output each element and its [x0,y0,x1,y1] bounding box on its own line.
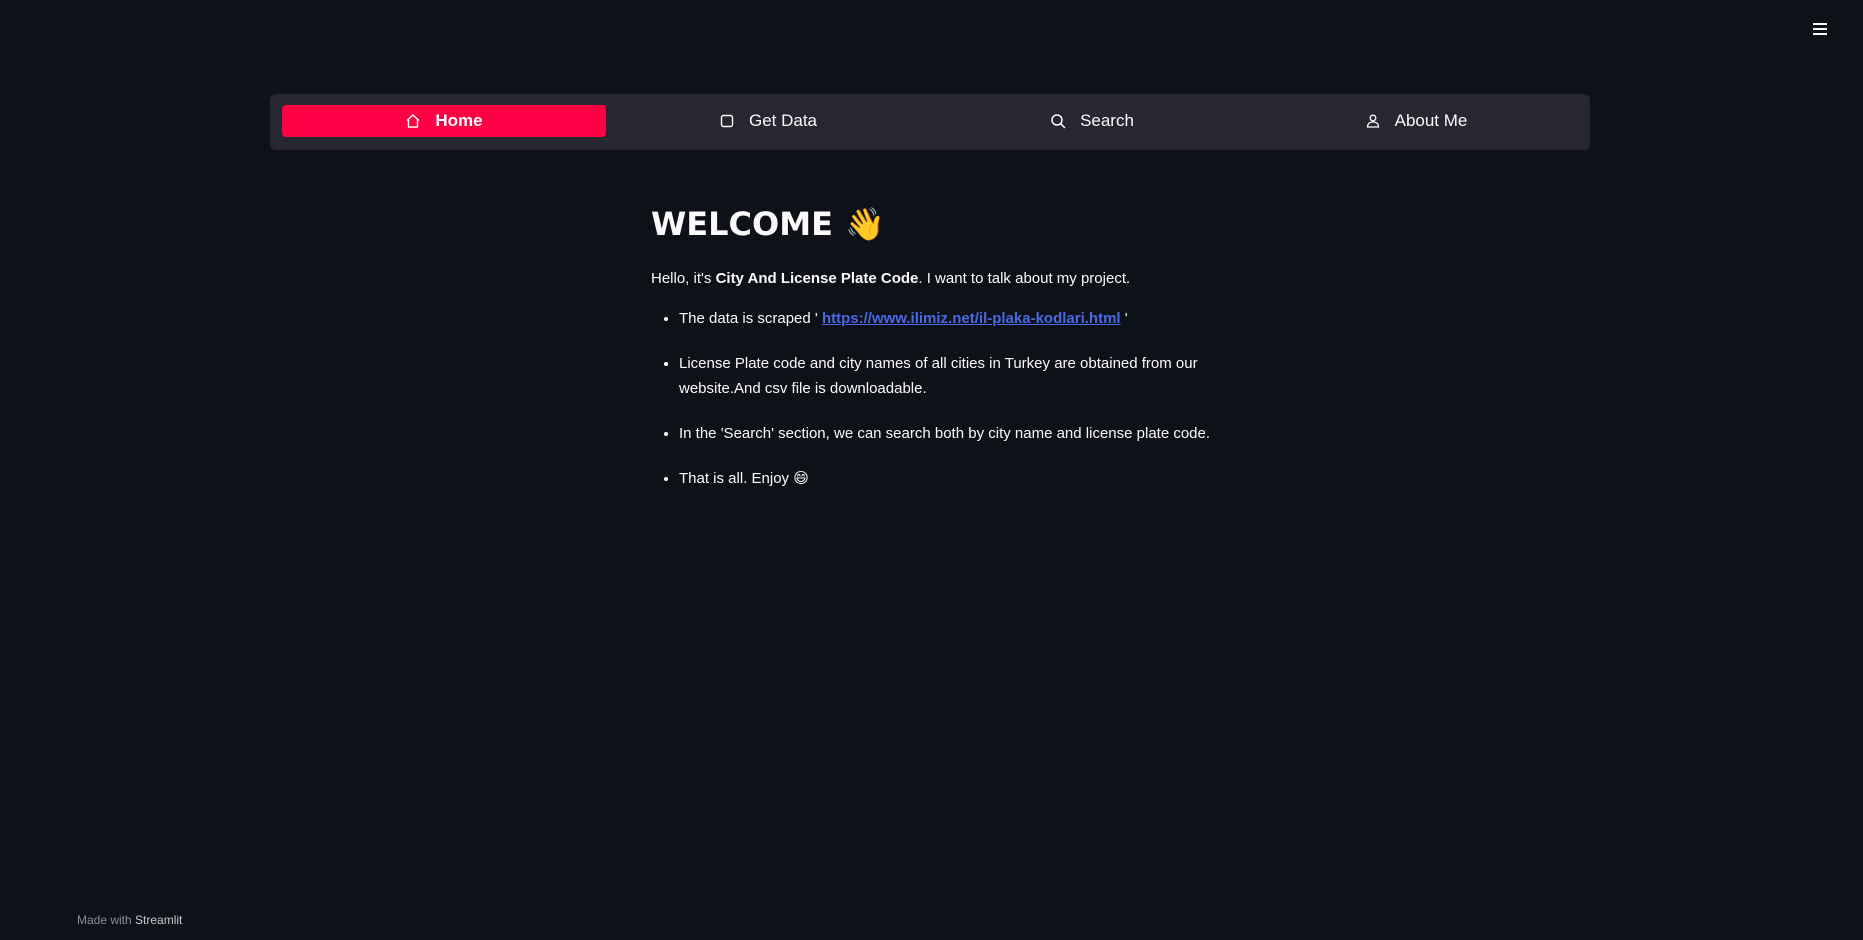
source-link[interactable]: https://www.ilimiz.net/il-plaka-kodlari.… [822,310,1121,327]
bullet-4-text: That is all. Enjoy [679,470,794,487]
nav-item-label: About Me [1394,111,1468,130]
list-item: The data is scraped ' https://www.ilimiz… [679,306,1231,331]
person-icon [1366,114,1379,128]
waving-hand-icon: 👋 [844,205,885,243]
list-item: That is all. Enjoy 😄 [679,466,1231,491]
smile-emoji-icon: 😄 [793,470,809,487]
bullet-3-text: In the 'Search' section, we can search b… [679,425,1211,442]
page-title-text: WELCOME [651,205,833,243]
hamburger-icon-bar [1813,33,1827,35]
nav-item-label: Home [435,111,483,130]
intro-paragraph: Hello, it's City And License Plate Code.… [651,266,1231,291]
intro-suffix: . I want to talk about my project. [918,270,1131,287]
main-content: WELCOME 👋 Hello, it's City And License P… [651,180,1231,511]
nav-item-about-me[interactable]: About Me [1254,105,1578,137]
streamlit-link[interactable]: Streamlit [135,913,182,927]
footer-prefix: Made with [77,913,136,927]
hamburger-icon-bar [1813,28,1827,30]
home-icon [406,114,420,128]
bullet-1-suffix: ' [1120,310,1128,327]
list-item: In the 'Search' section, we can search b… [679,421,1231,446]
square-icon [720,114,734,128]
top-navigation: Home Get Data Search About Me [270,94,1590,150]
project-name: City And License Plate Code [715,270,919,287]
nav-item-label: Search [1080,111,1134,130]
intro-prefix: Hello, it's [651,270,716,287]
footer: Made with Streamlit [77,913,182,927]
nav-item-search[interactable]: Search [930,105,1254,137]
nav-item-home[interactable]: Home [282,105,606,137]
nav-item-label: Get Data [748,111,818,130]
list-item: License Plate code and city names of all… [679,351,1231,401]
project-bullets: The data is scraped ' https://www.ilimiz… [651,306,1231,491]
bullet-2-text: License Plate code and city names of all… [679,355,1198,397]
bullet-1-prefix: The data is scraped ' [679,310,822,327]
page-title: WELCOME 👋 [651,194,1231,254]
main-menu-button[interactable] [1807,16,1833,42]
hamburger-icon-bar [1813,23,1827,25]
search-icon [1051,114,1066,129]
nav-item-get-data[interactable]: Get Data [606,105,930,137]
